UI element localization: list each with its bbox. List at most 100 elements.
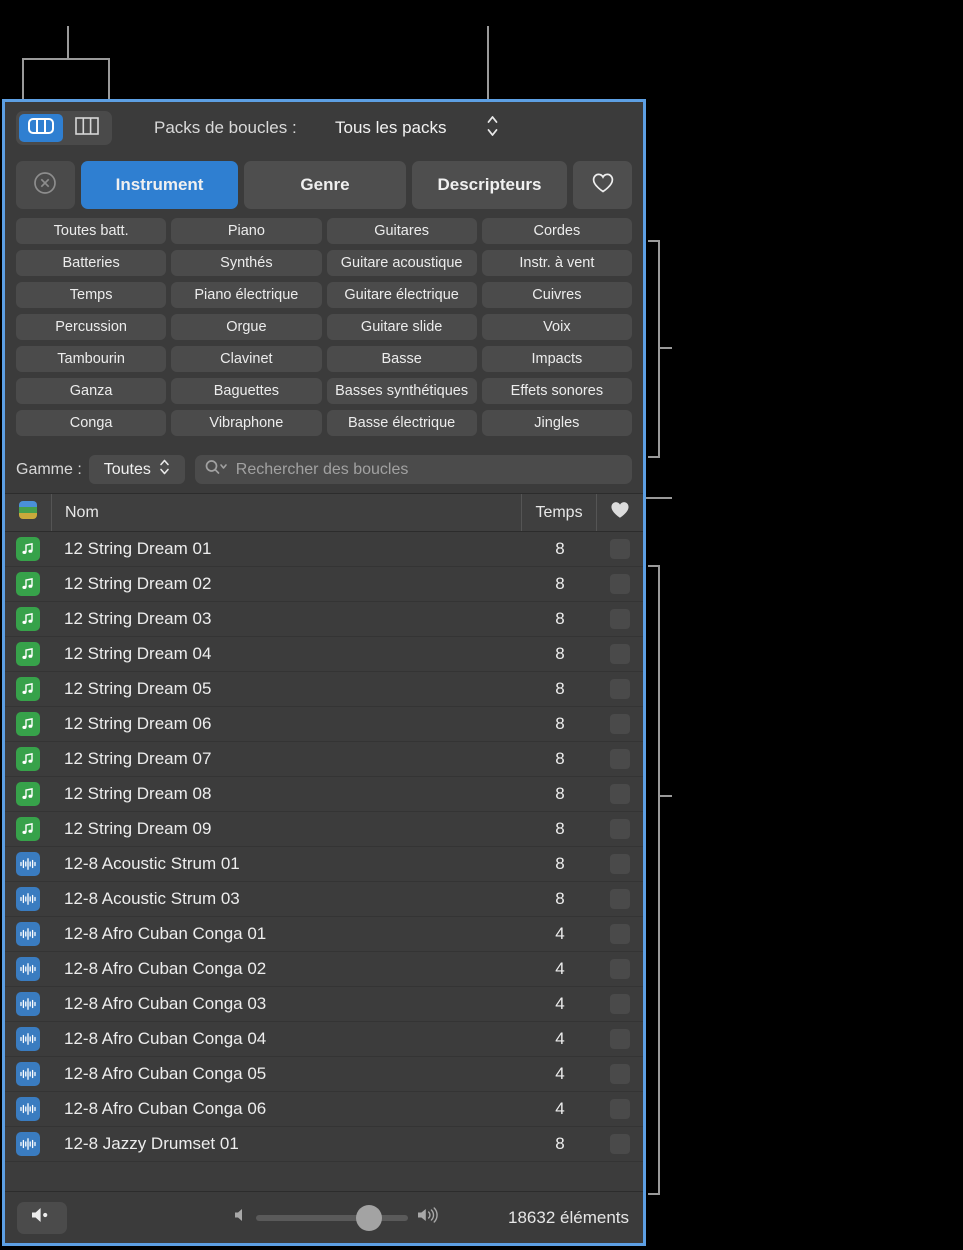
loop-favorite-toggle[interactable] bbox=[597, 679, 643, 699]
table-row[interactable]: 12 String Dream 01 8 bbox=[5, 532, 643, 567]
favorites-filter-button[interactable] bbox=[573, 161, 632, 209]
category-cell[interactable]: Piano électrique bbox=[171, 282, 321, 308]
table-row[interactable]: 12 String Dream 04 8 bbox=[5, 637, 643, 672]
loop-favorite-toggle[interactable] bbox=[597, 609, 643, 629]
favorite-checkbox[interactable] bbox=[610, 1099, 630, 1119]
category-cell[interactable]: Batteries bbox=[16, 250, 166, 276]
gamme-select[interactable]: Toutes bbox=[89, 455, 185, 484]
grid-view-button[interactable] bbox=[19, 114, 63, 142]
favorite-checkbox[interactable] bbox=[610, 539, 630, 559]
tab-descripteurs[interactable]: Descripteurs bbox=[412, 161, 567, 209]
category-cell[interactable]: Conga bbox=[16, 410, 166, 436]
favorite-checkbox[interactable] bbox=[610, 574, 630, 594]
loop-favorite-toggle[interactable] bbox=[597, 1029, 643, 1049]
table-row[interactable]: 12 String Dream 07 8 bbox=[5, 742, 643, 777]
packs-stepper-button[interactable] bbox=[485, 114, 499, 142]
category-cell[interactable]: Instr. à vent bbox=[482, 250, 632, 276]
search-field[interactable]: Rechercher des boucles bbox=[195, 455, 632, 484]
loop-favorite-toggle[interactable] bbox=[597, 539, 643, 559]
table-row[interactable]: 12-8 Afro Cuban Conga 04 4 bbox=[5, 1022, 643, 1057]
favorite-checkbox[interactable] bbox=[610, 994, 630, 1014]
category-cell[interactable]: Baguettes bbox=[171, 378, 321, 404]
volume-slider[interactable] bbox=[256, 1215, 408, 1221]
loop-favorite-toggle[interactable] bbox=[597, 854, 643, 874]
category-cell[interactable]: Guitares bbox=[327, 218, 477, 244]
favorite-checkbox[interactable] bbox=[610, 784, 630, 804]
loop-favorite-toggle[interactable] bbox=[597, 959, 643, 979]
category-cell[interactable]: Tambourin bbox=[16, 346, 166, 372]
loop-favorite-toggle[interactable] bbox=[597, 574, 643, 594]
favorite-checkbox[interactable] bbox=[610, 644, 630, 664]
favorite-checkbox[interactable] bbox=[610, 714, 630, 734]
table-row[interactable]: 12 String Dream 06 8 bbox=[5, 707, 643, 742]
category-cell[interactable]: Guitare électrique bbox=[327, 282, 477, 308]
column-view-button[interactable] bbox=[65, 114, 109, 142]
table-row[interactable]: 12 String Dream 08 8 bbox=[5, 777, 643, 812]
category-cell[interactable]: Impacts bbox=[482, 346, 632, 372]
category-cell[interactable]: Guitare acoustique bbox=[327, 250, 477, 276]
category-cell[interactable]: Cuivres bbox=[482, 282, 632, 308]
category-cell[interactable]: Basses synthétiques bbox=[327, 378, 477, 404]
category-cell[interactable]: Orgue bbox=[171, 314, 321, 340]
loop-favorite-toggle[interactable] bbox=[597, 819, 643, 839]
favorite-checkbox[interactable] bbox=[610, 749, 630, 769]
loop-favorite-toggle[interactable] bbox=[597, 1064, 643, 1084]
table-row[interactable]: 12 String Dream 09 8 bbox=[5, 812, 643, 847]
sort-column-header[interactable] bbox=[5, 494, 52, 531]
packs-value[interactable]: Tous les packs bbox=[335, 118, 447, 138]
name-column-header[interactable]: Nom bbox=[52, 494, 521, 531]
loop-favorite-toggle[interactable] bbox=[597, 1099, 643, 1119]
volume-slider-thumb[interactable] bbox=[356, 1205, 382, 1231]
table-row[interactable]: 12-8 Afro Cuban Conga 06 4 bbox=[5, 1092, 643, 1127]
category-cell[interactable]: Jingles bbox=[482, 410, 632, 436]
table-row[interactable]: 12-8 Afro Cuban Conga 01 4 bbox=[5, 917, 643, 952]
category-cell[interactable]: Temps bbox=[16, 282, 166, 308]
table-row[interactable]: 12-8 Jazzy Drumset 01 8 bbox=[5, 1127, 643, 1162]
table-row[interactable]: 12-8 Afro Cuban Conga 02 4 bbox=[5, 952, 643, 987]
category-cell[interactable]: Voix bbox=[482, 314, 632, 340]
loop-favorite-toggle[interactable] bbox=[597, 1134, 643, 1154]
category-cell[interactable]: Guitare slide bbox=[327, 314, 477, 340]
search-input[interactable]: Rechercher des boucles bbox=[236, 461, 409, 479]
category-cell[interactable]: Basse électrique bbox=[327, 410, 477, 436]
category-cell[interactable]: Synthés bbox=[171, 250, 321, 276]
category-cell[interactable]: Ganza bbox=[16, 378, 166, 404]
preview-playback-button[interactable] bbox=[17, 1202, 67, 1234]
category-cell[interactable]: Vibraphone bbox=[171, 410, 321, 436]
favorite-checkbox[interactable] bbox=[610, 609, 630, 629]
loop-favorite-toggle[interactable] bbox=[597, 994, 643, 1014]
loop-favorite-toggle[interactable] bbox=[597, 889, 643, 909]
favorite-checkbox[interactable] bbox=[610, 1134, 630, 1154]
favorite-checkbox[interactable] bbox=[610, 679, 630, 699]
tab-genre[interactable]: Genre bbox=[244, 161, 405, 209]
category-cell[interactable]: Clavinet bbox=[171, 346, 321, 372]
table-row[interactable]: 12-8 Afro Cuban Conga 03 4 bbox=[5, 987, 643, 1022]
table-row[interactable]: 12-8 Acoustic Strum 03 8 bbox=[5, 882, 643, 917]
clear-filters-button[interactable] bbox=[16, 161, 75, 209]
table-row[interactable]: 12 String Dream 05 8 bbox=[5, 672, 643, 707]
favorite-checkbox[interactable] bbox=[610, 959, 630, 979]
tempo-column-header[interactable]: Temps bbox=[521, 494, 596, 531]
category-cell[interactable]: Cordes bbox=[482, 218, 632, 244]
favorite-checkbox[interactable] bbox=[610, 924, 630, 944]
category-cell[interactable]: Toutes batt. bbox=[16, 218, 166, 244]
favorite-column-header[interactable] bbox=[596, 494, 643, 531]
favorite-checkbox[interactable] bbox=[610, 819, 630, 839]
table-row[interactable]: 12-8 Acoustic Strum 01 8 bbox=[5, 847, 643, 882]
loop-favorite-toggle[interactable] bbox=[597, 784, 643, 804]
table-row[interactable]: 12-8 Afro Cuban Conga 05 4 bbox=[5, 1057, 643, 1092]
loop-favorite-toggle[interactable] bbox=[597, 749, 643, 769]
tab-instrument[interactable]: Instrument bbox=[81, 161, 238, 209]
table-row[interactable]: 12 String Dream 02 8 bbox=[5, 567, 643, 602]
favorite-checkbox[interactable] bbox=[610, 889, 630, 909]
category-cell[interactable]: Basse bbox=[327, 346, 477, 372]
favorite-checkbox[interactable] bbox=[610, 1029, 630, 1049]
table-row[interactable]: 12 String Dream 03 8 bbox=[5, 602, 643, 637]
favorite-checkbox[interactable] bbox=[610, 854, 630, 874]
category-cell[interactable]: Percussion bbox=[16, 314, 166, 340]
loop-favorite-toggle[interactable] bbox=[597, 714, 643, 734]
category-cell[interactable]: Piano bbox=[171, 218, 321, 244]
loop-favorite-toggle[interactable] bbox=[597, 644, 643, 664]
favorite-checkbox[interactable] bbox=[610, 1064, 630, 1084]
category-cell[interactable]: Effets sonores bbox=[482, 378, 632, 404]
